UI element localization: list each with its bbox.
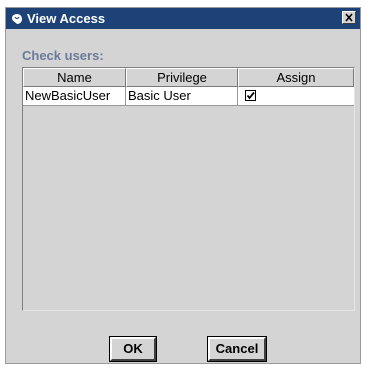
cell-name[interactable]: NewBasicUser <box>23 87 126 106</box>
column-header-assign[interactable]: Assign <box>238 68 354 87</box>
java-coffee-icon <box>11 12 23 24</box>
check-users-label: Check users: <box>22 48 104 63</box>
title-bar[interactable]: View Access <box>6 8 360 29</box>
cell-privilege[interactable]: Basic User <box>126 87 238 106</box>
column-header-privilege[interactable]: Privilege <box>126 68 238 87</box>
cancel-button[interactable]: Cancel <box>207 336 267 362</box>
close-icon <box>345 13 353 22</box>
close-button[interactable] <box>342 11 356 24</box>
window-title: View Access <box>27 11 106 26</box>
table-header: Name Privilege Assign <box>23 68 354 87</box>
ok-button[interactable]: OK <box>109 336 157 362</box>
table-row[interactable]: NewBasicUser Basic User <box>23 87 354 106</box>
column-header-name[interactable]: Name <box>23 68 126 87</box>
checkmark-icon <box>246 91 255 100</box>
assign-checkbox[interactable] <box>245 90 256 101</box>
cell-assign[interactable] <box>238 87 354 106</box>
users-table[interactable]: Name Privilege Assign NewBasicUser Basic… <box>22 67 355 311</box>
view-access-dialog: View Access Check users: Name Privilege … <box>5 7 361 364</box>
